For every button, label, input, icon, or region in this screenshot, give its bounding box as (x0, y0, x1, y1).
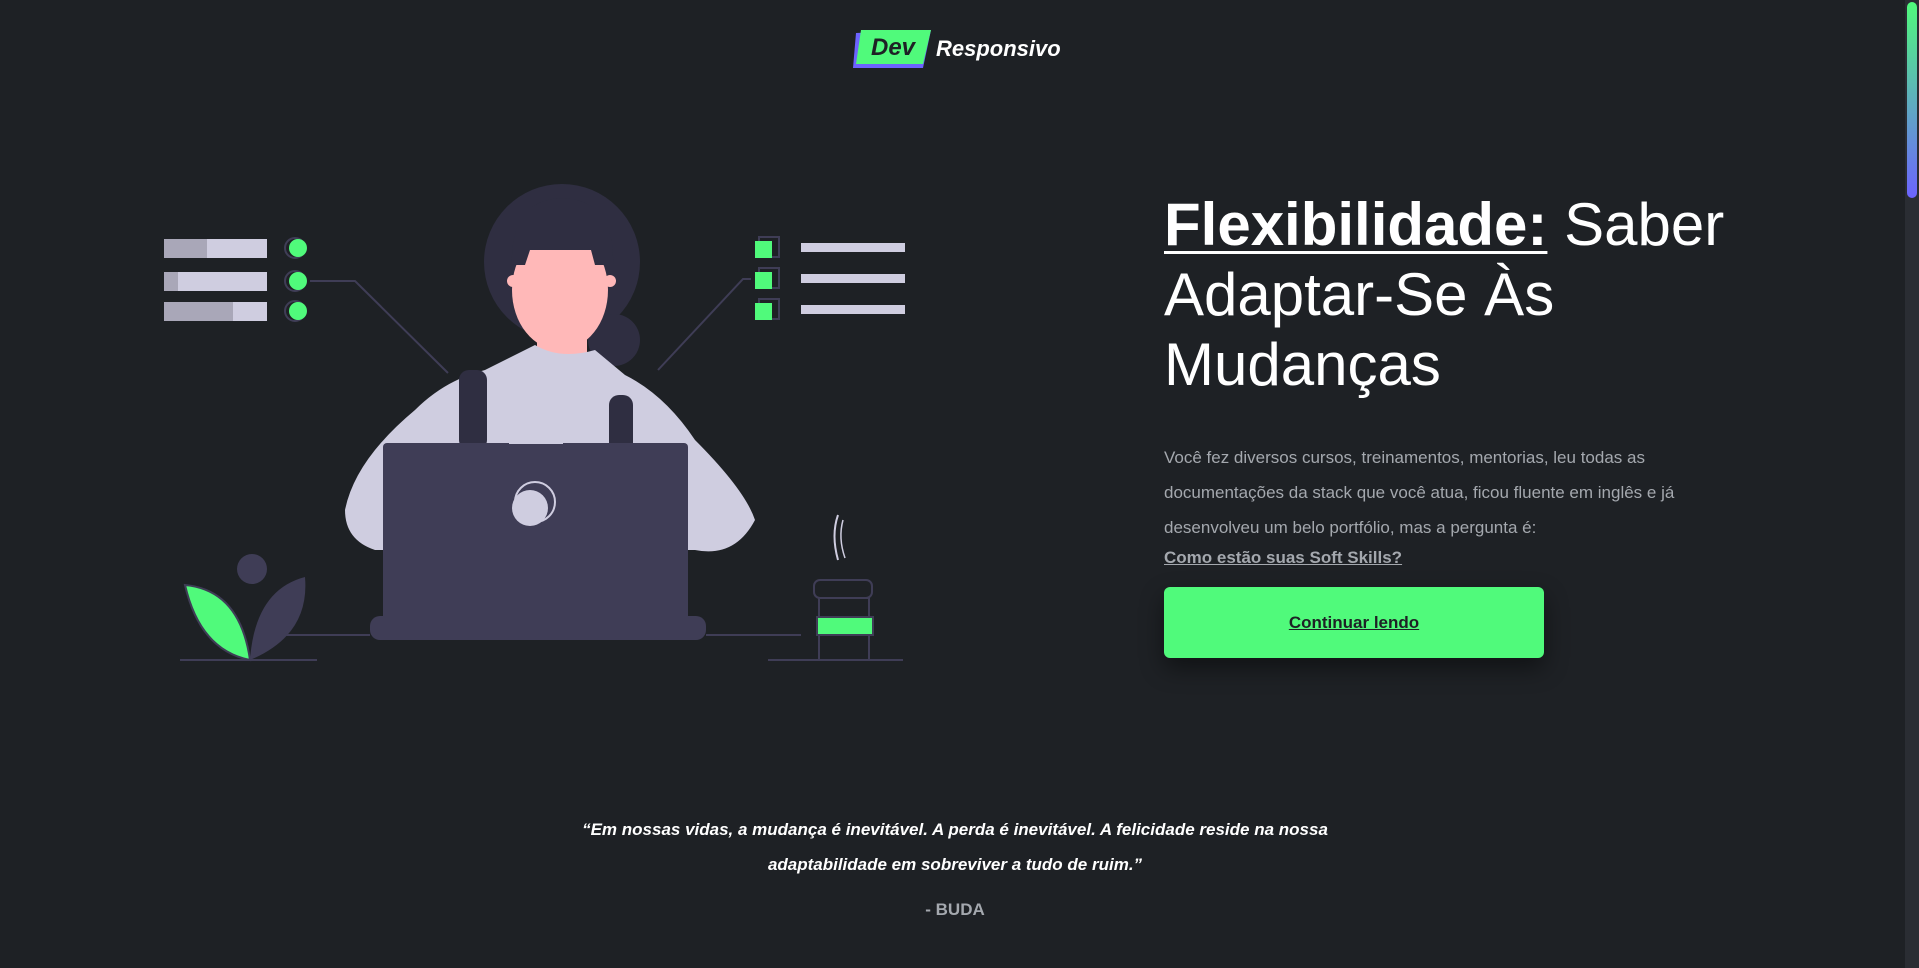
coffee-cup (813, 514, 874, 661)
hero-title: Flexibilidade: Saber Adaptar-Se Às Mudan… (1164, 190, 1744, 400)
scrollbar[interactable] (1905, 0, 1919, 968)
soft-skills-link[interactable]: Como estão suas Soft Skills? (1164, 545, 1402, 571)
quote: “Em nossas vidas, a mudança é inevitável… (560, 812, 1350, 920)
laptop (370, 436, 706, 640)
logo-word: Responsivo (936, 36, 1061, 61)
woman-at-laptop-illustration (164, 184, 905, 662)
scrollbar-thumb[interactable] (1907, 2, 1917, 198)
hero: Flexibilidade: Saber Adaptar-Se Às Mudan… (1164, 190, 1744, 658)
logo-badge: Dev (853, 30, 931, 68)
quote-text: “Em nossas vidas, a mudança é inevitável… (582, 820, 1328, 874)
page: Dev Responsivo Flexibilidade: Saber Adap… (0, 0, 1919, 968)
right-checklist (657, 236, 905, 371)
hero-title-keyword: Flexibilidade: (1164, 191, 1548, 258)
hero-description: Você fez diversos cursos, treinamentos, … (1164, 448, 1675, 537)
logo[interactable]: Dev Responsivo (853, 30, 1061, 68)
quote-author: - BUDA (925, 900, 985, 919)
continue-reading-button[interactable]: Continuar lendo (1164, 587, 1544, 658)
left-checklist (164, 237, 449, 374)
logo-badge-text: Dev (870, 34, 916, 61)
plant (183, 554, 306, 662)
